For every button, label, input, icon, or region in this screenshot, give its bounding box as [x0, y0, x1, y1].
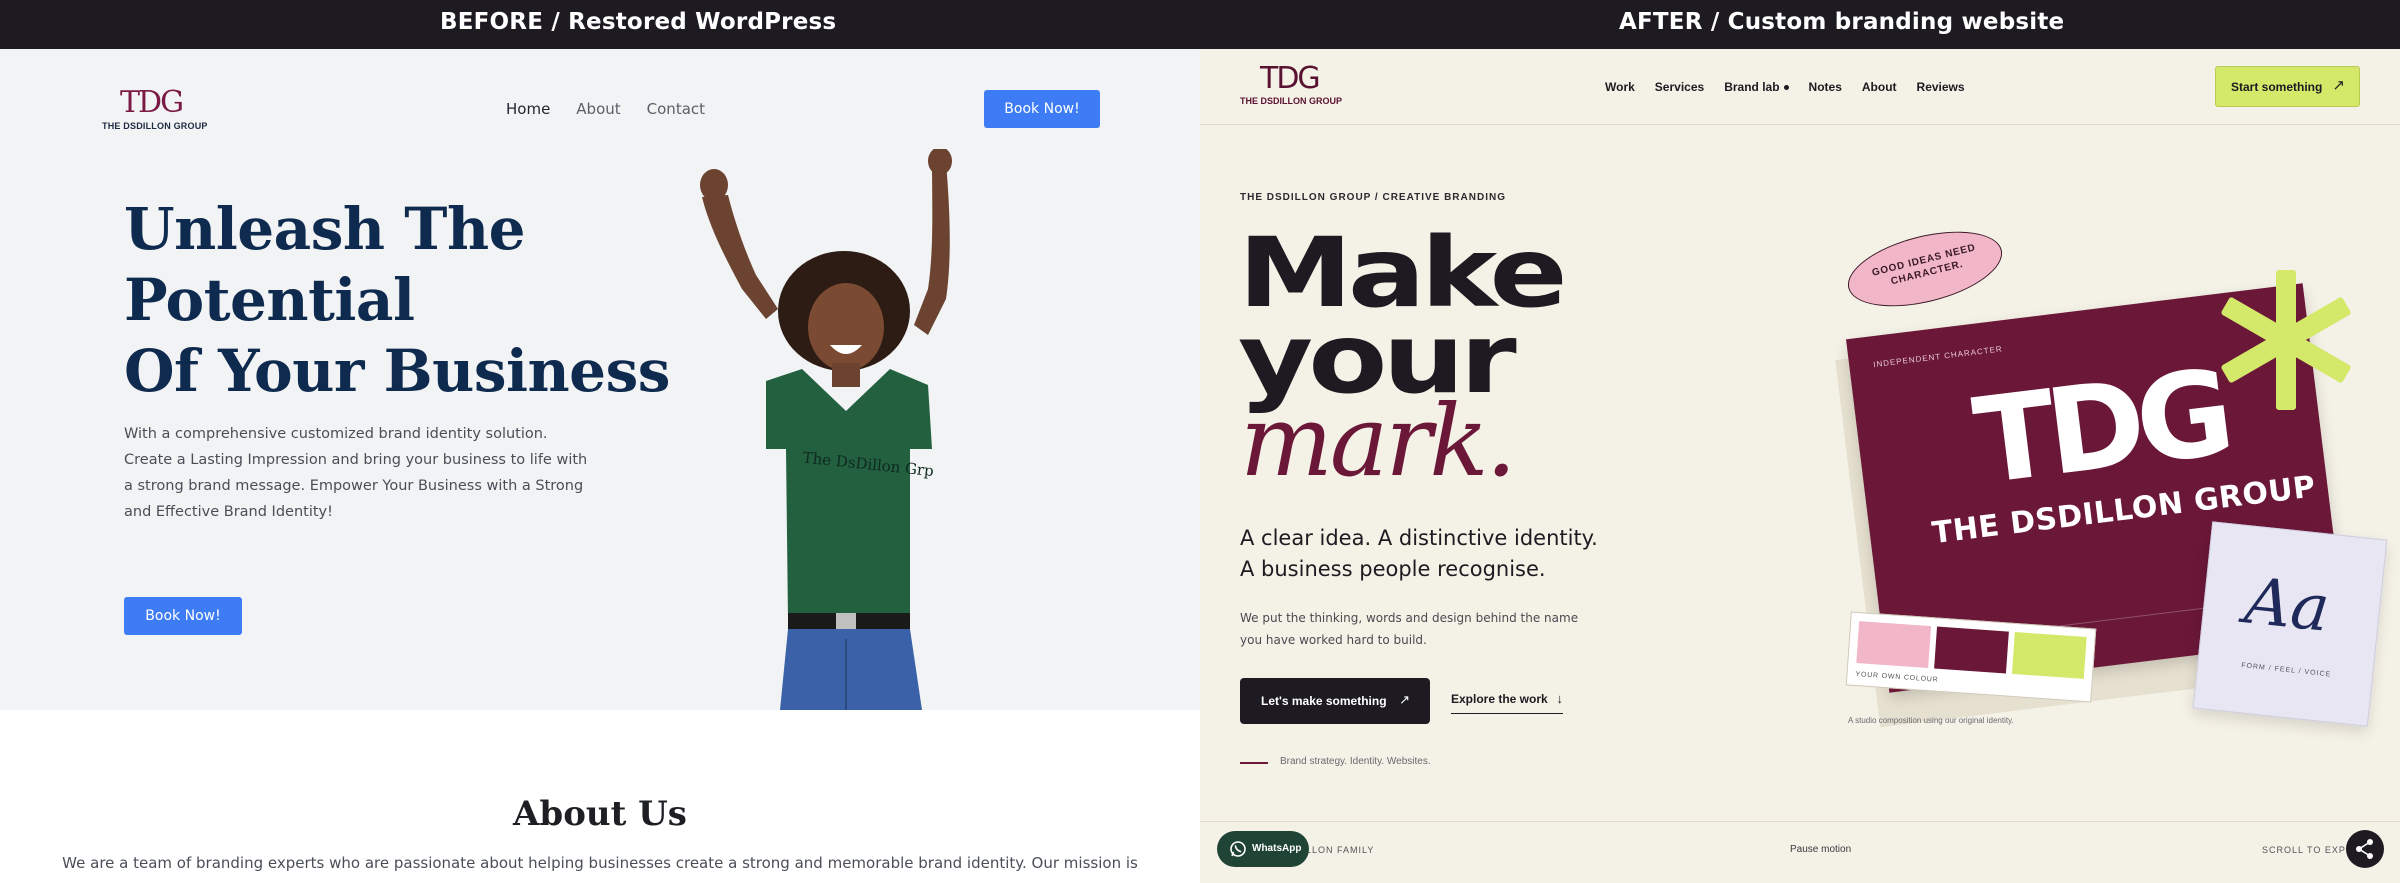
- comparison-header: BEFORE / Restored WordPress AFTER / Cust…: [0, 0, 2400, 49]
- after-nav-reviews[interactable]: Reviews: [1917, 80, 1965, 94]
- after-nav-brand-lab[interactable]: Brand lab: [1724, 80, 1789, 94]
- before-logo-mark: TDG: [120, 85, 184, 120]
- after-subtitle-line: A clear idea. A distinctive identity.: [1240, 526, 1598, 550]
- whatsapp-label: WhatsApp: [1252, 843, 1302, 854]
- swatch-lime: [2011, 631, 2087, 679]
- swatch-plum: [1934, 626, 2009, 674]
- dot-icon: [1783, 85, 1789, 91]
- after-hero-title-accent: mark.: [1240, 385, 1517, 499]
- after-footer-bar: DILLON FAMILY Pause motion SCROLL TO EXP…: [1200, 821, 2400, 883]
- lets-make-something-button[interactable]: Let's make something ↗: [1240, 678, 1430, 724]
- after-logo-name: THE DSDILLON GROUP: [1240, 96, 1343, 106]
- tagline-text: Brand strategy. Identity. Websites.: [1280, 756, 1431, 767]
- hero-person-image: The DsDillon Grp: [700, 149, 952, 710]
- after-logo-mark: TDG: [1260, 61, 1321, 96]
- after-header: TDG THE DSDILLON GROUP Work Services Bra…: [1200, 49, 2400, 125]
- start-something-label: Start something: [2231, 80, 2323, 94]
- after-nav-notes[interactable]: Notes: [1809, 80, 1842, 94]
- whatsapp-button[interactable]: WhatsApp: [1217, 831, 1309, 867]
- brand-card-kicker: INDEPENDENT CHARACTER: [1872, 344, 2004, 370]
- before-caption: BEFORE / Restored WordPress: [440, 9, 837, 35]
- good-ideas-sticker: GOOD IDEAS NEED CHARACTER.: [1840, 217, 2010, 321]
- after-subtitle-line: A business people recognise.: [1240, 557, 1546, 581]
- after-nav-work[interactable]: Work: [1605, 80, 1635, 94]
- before-logo-name: THE DSDILLON GROUP: [102, 121, 208, 131]
- arrow-up-right-icon: ↗: [2332, 77, 2345, 94]
- swatch-pink: [1856, 621, 1932, 669]
- typography-glyph: Aa: [2241, 564, 2333, 647]
- before-nav-about[interactable]: About: [576, 100, 620, 118]
- swatch-label: YOUR OWN COLOUR: [1855, 670, 1939, 684]
- share-icon: [2356, 839, 2373, 859]
- before-nav-home[interactable]: Home: [506, 100, 550, 118]
- art-caption: A studio composition using our original …: [1848, 716, 2014, 725]
- pause-motion-button[interactable]: Pause motion: [1790, 844, 1851, 855]
- after-site: TDG THE DSDILLON GROUP Work Services Bra…: [1200, 49, 2400, 883]
- after-logo[interactable]: TDG THE DSDILLON GROUP: [1240, 61, 1350, 111]
- tagline-rule: [1240, 762, 1268, 764]
- explore-the-work-link[interactable]: Explore the work ↓: [1451, 691, 1564, 714]
- typography-label: FORM / FEEL / VOICE: [2240, 662, 2332, 679]
- start-something-button[interactable]: Start something ↗: [2215, 66, 2360, 107]
- before-hero-title-line: Potential: [124, 266, 415, 334]
- before-hero-title-line: Unleash The: [124, 195, 526, 263]
- before-site: TDG THE DSDILLON GROUP Home About Contac…: [0, 49, 1200, 883]
- brand-card-mark: TDG: [1967, 343, 2234, 511]
- before-hero: TDG THE DSDILLON GROUP Home About Contac…: [0, 49, 1200, 710]
- after-nav: Work Services Brand lab Notes About Revi…: [1605, 80, 1965, 94]
- before-hero-title: Unleash The Potential Of Your Business: [124, 194, 670, 407]
- explore-the-work-label: Explore the work: [1451, 692, 1548, 706]
- whatsapp-icon: [1230, 841, 1246, 857]
- before-about-title: About Us: [513, 794, 687, 834]
- before-logo[interactable]: TDG THE DSDILLON GROUP: [102, 85, 208, 133]
- before-nav: Home About Contact: [506, 100, 705, 118]
- after-nav-brand-lab-label: Brand lab: [1724, 80, 1780, 94]
- before-hero-description: With a comprehensive customized brand id…: [124, 426, 588, 520]
- after-caption: AFTER / Custom branding website: [1619, 9, 2065, 35]
- asterisk-star-icon: [2221, 270, 2351, 410]
- before-nav-contact[interactable]: Contact: [647, 100, 705, 118]
- after-nav-about[interactable]: About: [1862, 80, 1897, 94]
- before-hero-title-line: Of Your Business: [124, 337, 670, 405]
- share-button[interactable]: [2346, 830, 2384, 868]
- before-book-now-button[interactable]: Book Now!: [984, 90, 1100, 128]
- before-about-text: We are a team of branding experts who ar…: [62, 854, 1138, 872]
- arrow-up-right-icon: ↗: [1399, 692, 1410, 707]
- after-nav-services[interactable]: Services: [1655, 80, 1704, 94]
- brand-art-composition: INDEPENDENT CHARACTER TDG THE DSDILLON G…: [1818, 217, 2400, 804]
- after-kicker: THE DSDILLON GROUP / CREATIVE BRANDING: [1240, 192, 1506, 203]
- after-description: We put the thinking, words and design be…: [1240, 611, 1579, 647]
- arrow-down-icon: ↓: [1556, 691, 1564, 706]
- lets-make-something-label: Let's make something: [1261, 694, 1387, 708]
- after-subtitle: A clear idea. A distinctive identity. A …: [1240, 523, 1598, 585]
- typography-card: Aa FORM / FEEL / VOICE: [2192, 521, 2388, 727]
- good-ideas-text: GOOD IDEAS NEED CHARACTER.: [1870, 242, 1977, 288]
- before-hero-book-button[interactable]: Book Now!: [124, 597, 242, 635]
